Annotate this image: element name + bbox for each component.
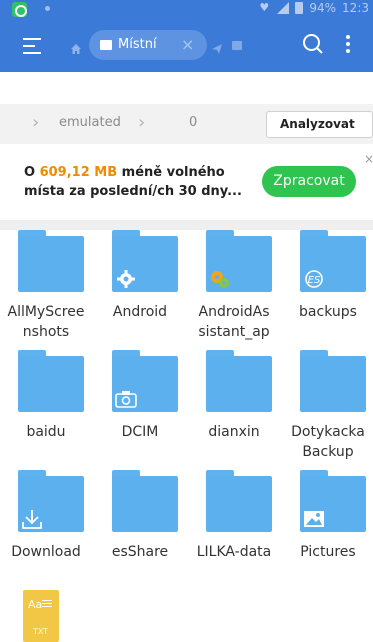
folder-item[interactable]: Android — [94, 230, 186, 348]
folder-item[interactable]: AndroidAs sistant_ap — [188, 230, 280, 348]
folder-icon — [18, 470, 84, 532]
file-extension: TXT — [33, 627, 49, 636]
download-icon — [20, 508, 44, 530]
chevron-right-icon: › — [138, 112, 146, 133]
app-badge-icon — [12, 2, 27, 17]
home-icon[interactable] — [70, 40, 82, 54]
file-name: AllMyScree nshots — [7, 304, 85, 340]
folder-item[interactable]: esShare — [94, 470, 186, 588]
divider — [0, 220, 373, 230]
banner-message: O 609,12 MB méně volného místa za posled… — [24, 163, 244, 201]
battery-percent: 94% — [309, 1, 337, 15]
tab-label: Místní — [118, 37, 157, 52]
file-name: Pictures — [300, 544, 356, 560]
folder-item[interactable]: LILKA-data — [188, 470, 280, 588]
file-grid: AllMyScree nshots Android AndroidAs sist… — [0, 230, 373, 642]
analyze-button[interactable]: Analyzovat — [266, 111, 373, 138]
svg-text:ES: ES — [308, 275, 321, 286]
notification-dot-icon — [45, 6, 50, 11]
folder-item[interactable]: Pictures — [282, 470, 373, 588]
menu-icon[interactable] — [23, 37, 43, 54]
chevron-right-icon: › — [32, 112, 40, 133]
folder-icon — [18, 230, 84, 292]
clock: 12:3 — [342, 1, 369, 15]
folder-icon — [300, 350, 366, 412]
heart-icon: ♥ — [259, 1, 270, 14]
folder-item[interactable]: Download — [0, 470, 92, 588]
banner-amount: 609,12 MB — [39, 165, 118, 180]
folder-icon — [300, 470, 366, 532]
folder-icon — [100, 40, 112, 50]
folder-icon — [206, 350, 272, 412]
file-name: AndroidAs sistant_ap — [198, 304, 270, 340]
file-name: LILKA-data — [196, 544, 272, 560]
signal-icon — [277, 2, 290, 14]
es-icon: ES — [302, 268, 326, 290]
file-name: Download — [11, 544, 81, 560]
folder-item[interactable]: AllMyScree nshots — [0, 230, 92, 348]
search-icon[interactable] — [302, 33, 324, 55]
file-name: baidu — [26, 424, 66, 440]
breadcrumb: › emulated › 0 Analyzovat — [0, 104, 373, 144]
battery-icon — [295, 2, 304, 14]
folder-item[interactable]: baidu — [0, 350, 92, 468]
file-name: dianxin — [208, 424, 260, 440]
folder-item[interactable]: DCIM — [94, 350, 186, 468]
app-gear-icon — [208, 268, 232, 290]
folder-icon: ES — [300, 230, 366, 292]
send-icon[interactable] — [211, 40, 223, 54]
banner-close-icon[interactable]: × — [364, 152, 373, 166]
storage-banner: O 609,12 MB méně volného místa za posled… — [0, 144, 373, 220]
text-file-glyph: Aa — [28, 598, 43, 611]
tab-local[interactable]: Místní × — [89, 30, 207, 60]
folder-tab-icon[interactable] — [232, 41, 242, 50]
camera-icon — [114, 388, 138, 410]
toolbar: Místní × — [0, 18, 373, 72]
file-name: Dotykacka Backup — [291, 424, 365, 460]
file-name: DCIM — [121, 424, 159, 440]
file-name: Android — [112, 304, 168, 320]
folder-icon — [112, 470, 178, 532]
folder-icon — [112, 350, 178, 412]
text-lines-icon — [42, 600, 52, 609]
process-button[interactable]: Zpracovat — [262, 166, 356, 197]
tab-close-icon[interactable]: × — [181, 35, 194, 54]
file-name: esShare — [111, 544, 169, 560]
status-bar: ♥ 94% 12:3 — [0, 0, 373, 18]
folder-icon — [18, 350, 84, 412]
file-name: backups — [299, 304, 357, 320]
folder-item[interactable]: ES backups — [282, 230, 373, 348]
breadcrumb-item-0[interactable]: 0 — [189, 115, 197, 130]
folder-icon — [112, 230, 178, 292]
breadcrumb-item-emulated[interactable]: emulated — [59, 115, 121, 130]
status-icons: ♥ 94% 12:3 — [259, 1, 369, 15]
text-file-icon[interactable]: Aa TXT — [23, 590, 59, 642]
image-icon — [302, 508, 326, 530]
folder-icon — [206, 470, 272, 532]
folder-item[interactable]: dianxin — [188, 350, 280, 468]
banner-prefix: O — [24, 165, 40, 180]
folder-item[interactable]: Dotykacka Backup — [282, 350, 373, 468]
more-vertical-icon[interactable] — [345, 32, 351, 56]
gear-icon — [114, 268, 138, 290]
folder-icon — [206, 230, 272, 292]
